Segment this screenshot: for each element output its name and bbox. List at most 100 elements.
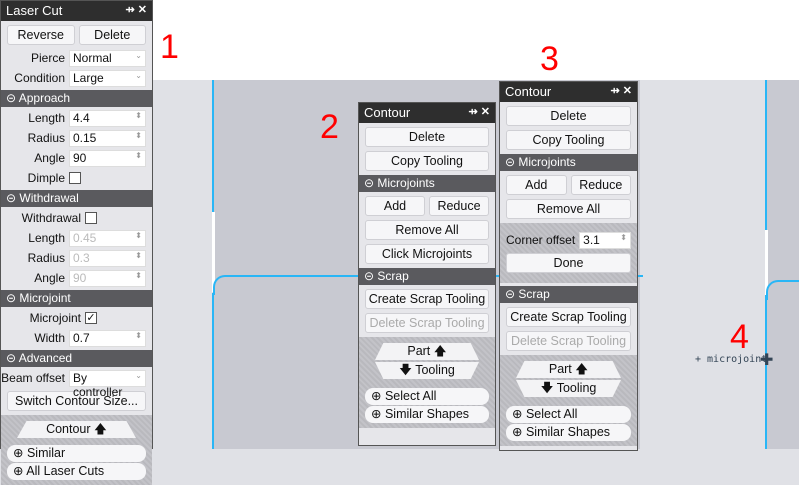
similar-shapes-button[interactable]: ⊕ Similar Shapes <box>365 406 489 423</box>
canvas-top-area <box>153 0 799 80</box>
label: Similar Shapes <box>384 407 470 421</box>
plus-circle-icon: ⊕ <box>13 446 24 460</box>
width-input[interactable]: 0.7 ⬍ <box>69 329 146 347</box>
create-scrap-tooling-button[interactable]: Create Scrap Tooling <box>506 307 631 327</box>
switch-contour-size-button[interactable]: Switch Contour Size... <box>7 391 146 411</box>
radius-input[interactable]: 0.15 ⬍ <box>69 129 146 147</box>
withdrawal-radius-input: 0.3 ⬍ <box>69 249 146 267</box>
chevron-down-icon: ⌄ <box>135 370 142 380</box>
add-button[interactable]: Add <box>365 196 425 216</box>
close-icon[interactable]: ✕ <box>623 85 632 97</box>
done-button[interactable]: Done <box>506 253 631 273</box>
spinner-icon[interactable]: ⬍ <box>135 151 142 166</box>
contour-line[interactable] <box>765 80 767 230</box>
section-advanced[interactable]: ⊝ Advanced <box>1 350 152 367</box>
annotation-2: 2 <box>320 108 339 146</box>
value: 90 <box>73 270 87 285</box>
contour-line[interactable] <box>212 80 214 212</box>
contour-line[interactable] <box>766 280 799 300</box>
part-nav-button[interactable]: Part 🡅 <box>375 343 479 360</box>
section-withdrawal[interactable]: ⊝ Withdrawal <box>1 190 152 207</box>
section-scrap[interactable]: ⊝ Scrap <box>359 268 495 285</box>
value: 0.3 <box>73 250 90 265</box>
withdrawal-label: Withdrawal <box>21 211 81 225</box>
section-microjoint[interactable]: ⊝ Microjoint <box>1 290 152 307</box>
length-label: Length <box>28 111 65 125</box>
contour-panel-2: Contour ⇸ ✕ Delete Copy Tooling ⊝ Microjo… <box>358 102 496 446</box>
part-region-right <box>766 80 799 449</box>
section-label: Advanced <box>18 351 73 365</box>
length-label: Length <box>28 231 65 245</box>
reduce-button[interactable]: Reduce <box>429 196 489 216</box>
beam-offset-select[interactable]: By controller ⌄ <box>69 369 146 399</box>
pierce-select[interactable]: Normal ⌄ <box>69 49 146 67</box>
copy-tooling-button[interactable]: Copy Tooling <box>506 130 631 150</box>
microjoint-label: Microjoint <box>29 311 81 325</box>
contour-line[interactable] <box>765 295 767 449</box>
close-icon[interactable]: ✕ <box>481 106 490 118</box>
section-label: Scrap <box>518 287 550 301</box>
spinner-icon: ⬍ <box>135 270 142 280</box>
panel-title-bar: Contour ⇸ ✕ <box>500 82 637 102</box>
spinner-icon[interactable]: ⬍ <box>135 331 142 346</box>
dimple-checkbox[interactable] <box>69 172 81 184</box>
condition-label: Condition <box>14 71 65 85</box>
spinner-icon[interactable]: ⬍ <box>620 233 627 248</box>
condition-value: Large <box>73 70 104 85</box>
select-all-button[interactable]: ⊕ Select All <box>365 388 489 405</box>
add-button[interactable]: Add <box>506 175 567 195</box>
withdrawal-checkbox[interactable] <box>85 212 97 224</box>
contour-panel-3: Contour ⇸ ✕ Delete Copy Tooling ⊝ Microjo… <box>499 81 638 451</box>
similar-shapes-button[interactable]: ⊕ Similar Shapes <box>506 424 631 441</box>
contour-nav-button[interactable]: Contour 🡅 <box>17 421 136 438</box>
delete-button[interactable]: Delete <box>506 106 631 126</box>
radius-label: Radius <box>27 131 65 145</box>
chevron-down-icon: ⌄ <box>135 50 142 60</box>
tooling-nav-button[interactable]: 🡇 Tooling <box>516 380 621 397</box>
contour-line[interactable] <box>212 293 214 449</box>
label: All Laser Cuts <box>26 464 105 478</box>
remove-all-button[interactable]: Remove All <box>365 220 489 240</box>
width-value: 0.7 <box>73 330 90 345</box>
click-microjoints-button[interactable]: Click Microjoints <box>365 244 489 264</box>
section-label: Microjoints <box>518 155 576 169</box>
remove-all-button[interactable]: Remove All <box>506 199 631 219</box>
label: Tooling <box>415 363 455 377</box>
reduce-button[interactable]: Reduce <box>570 175 631 195</box>
corner-offset-value: 3.1 <box>583 232 600 247</box>
spinner-icon[interactable]: ⬍ <box>135 111 142 126</box>
angle-value: 90 <box>73 150 87 165</box>
pin-icon[interactable]: ⇸ <box>126 4 135 16</box>
panel-title: Laser Cut <box>6 3 63 18</box>
label: Tooling <box>556 381 597 395</box>
section-microjoints[interactable]: ⊝ Microjoints <box>500 154 637 171</box>
select-all-button[interactable]: ⊕ Select All <box>506 406 631 423</box>
part-nav-button[interactable]: Part 🡅 <box>516 361 621 378</box>
microjoint-checkbox[interactable]: ✓ <box>85 312 97 324</box>
corner-offset-input[interactable]: 3.1 ⬍ <box>579 231 631 249</box>
pin-icon[interactable]: ⇸ <box>469 106 478 118</box>
plus-circle-icon: ⊕ <box>371 407 382 421</box>
beam-offset-value: By controller <box>73 370 122 399</box>
select-similar-button[interactable]: ⊕ Similar <box>7 445 146 462</box>
tooling-nav-button[interactable]: 🡇 Tooling <box>375 362 479 379</box>
section-approach[interactable]: ⊝ Approach <box>1 90 152 107</box>
create-scrap-tooling-button[interactable]: Create Scrap Tooling <box>365 289 489 309</box>
angle-input[interactable]: 90 ⬍ <box>69 149 146 167</box>
length-input[interactable]: 4.4 ⬍ <box>69 109 146 127</box>
label: Similar Shapes <box>525 425 611 439</box>
delete-button[interactable]: Delete <box>78 25 146 45</box>
select-all-laser-cuts-button[interactable]: ⊕ All Laser Cuts <box>7 463 146 480</box>
delete-button[interactable]: Delete <box>365 127 489 147</box>
condition-select[interactable]: Large ⌄ <box>69 69 146 87</box>
panel-title-bar: Laser Cut ⇸ ✕ <box>1 1 152 21</box>
copy-tooling-button[interactable]: Copy Tooling <box>365 151 489 171</box>
length-value: 4.4 <box>73 110 90 125</box>
panel-title-bar: Contour ⇸ ✕ <box>359 103 495 123</box>
section-scrap[interactable]: ⊝ Scrap <box>500 286 637 303</box>
spinner-icon[interactable]: ⬍ <box>135 131 142 146</box>
reverse-button[interactable]: Reverse <box>7 25 75 45</box>
pin-icon[interactable]: ⇸ <box>611 85 620 97</box>
close-icon[interactable]: ✕ <box>138 4 147 16</box>
section-microjoints[interactable]: ⊝ Microjoints <box>359 175 495 192</box>
